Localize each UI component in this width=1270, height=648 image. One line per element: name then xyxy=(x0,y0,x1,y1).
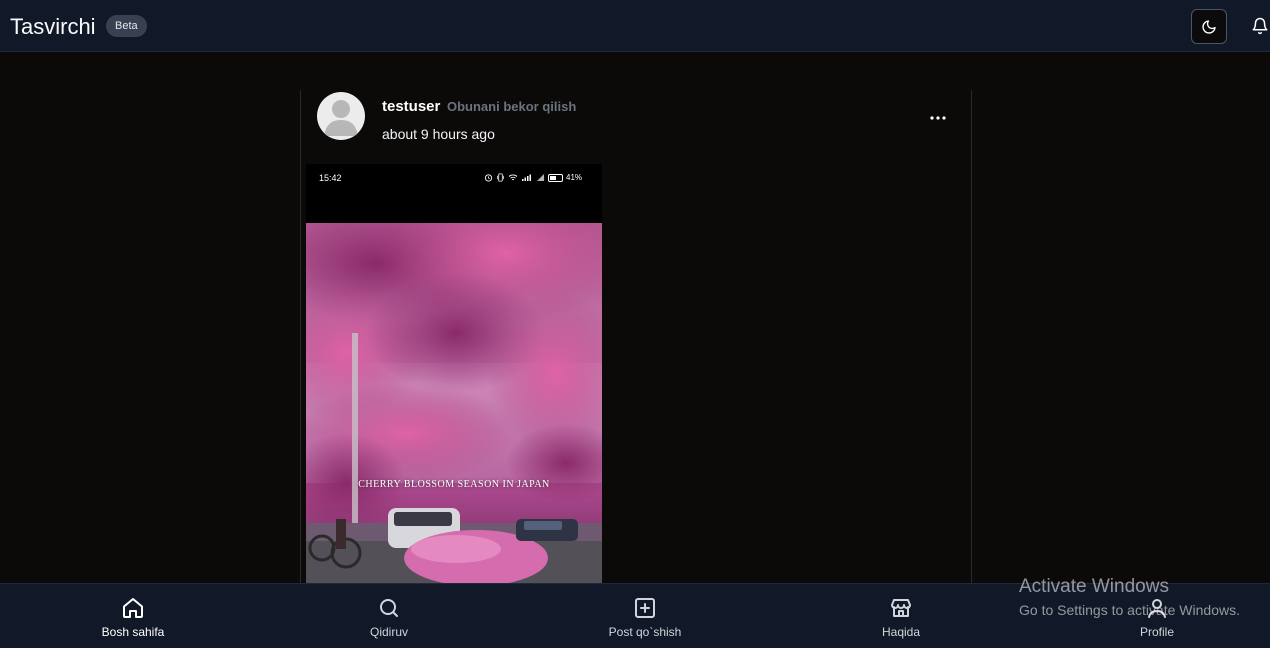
nav-label: Post qo`shish xyxy=(608,625,682,639)
image-caption: CHERRY BLOSSOM SEASON IN JAPAN xyxy=(358,479,550,490)
default-avatar-icon xyxy=(324,100,358,136)
feed: testuser Obunani bekor qilish about 9 ho… xyxy=(300,90,972,584)
nav-label: Profile xyxy=(1139,625,1174,639)
windows-activation-watermark: Activate Windows Go to Settings to activ… xyxy=(1019,576,1240,618)
signal-2-icon xyxy=(537,174,544,181)
alarm-icon xyxy=(484,174,493,182)
nav-about[interactable]: Haqida xyxy=(821,584,981,648)
search-icon xyxy=(380,599,398,617)
app-logo[interactable]: Tasvirchi xyxy=(10,14,96,40)
cherry-blossom-photo xyxy=(306,223,602,584)
wifi-icon xyxy=(508,174,518,181)
post-time: about 9 hours ago xyxy=(382,126,495,142)
post-image[interactable]: 15:42 41% CHERRY BLOSSOM SEASON IN JAPAN xyxy=(306,164,602,584)
home-icon xyxy=(123,598,143,618)
nav-search[interactable]: Qidiruv xyxy=(309,584,469,648)
beta-badge: Beta xyxy=(106,15,147,37)
theme-toggle-button[interactable] xyxy=(1191,9,1227,44)
store-icon xyxy=(891,599,911,617)
more-dots-icon xyxy=(930,116,946,120)
watermark-subtitle: Go to Settings to activate Windows. xyxy=(1019,602,1240,618)
nav-label: Haqida xyxy=(881,625,921,639)
more-options-button[interactable] xyxy=(926,110,950,126)
watermark-title: Activate Windows xyxy=(1019,576,1169,597)
status-icons: 41% xyxy=(484,173,582,182)
top-bar: Tasvirchi Beta xyxy=(0,0,1270,52)
nav-add-post[interactable]: Post qo`shish xyxy=(565,584,725,648)
plus-square-icon xyxy=(635,598,655,618)
signal-icon xyxy=(522,174,531,181)
moon-icon xyxy=(1202,19,1216,34)
status-time: 15:42 xyxy=(319,173,342,183)
phone-status-bar: 15:42 41% xyxy=(306,164,602,224)
avatar[interactable] xyxy=(317,92,365,140)
vibrate-icon xyxy=(496,173,505,182)
post-username[interactable]: testuser xyxy=(382,98,440,115)
nav-home[interactable]: Bosh sahifa xyxy=(53,584,213,648)
nav-label: Qidiruv xyxy=(369,625,408,639)
battery-percent: 41% xyxy=(566,173,583,182)
battery-icon xyxy=(548,173,563,182)
unfollow-link[interactable]: Obunani bekor qilish xyxy=(447,99,576,114)
bell-icon[interactable] xyxy=(1251,17,1269,35)
nav-label: Bosh sahifa xyxy=(101,625,165,639)
